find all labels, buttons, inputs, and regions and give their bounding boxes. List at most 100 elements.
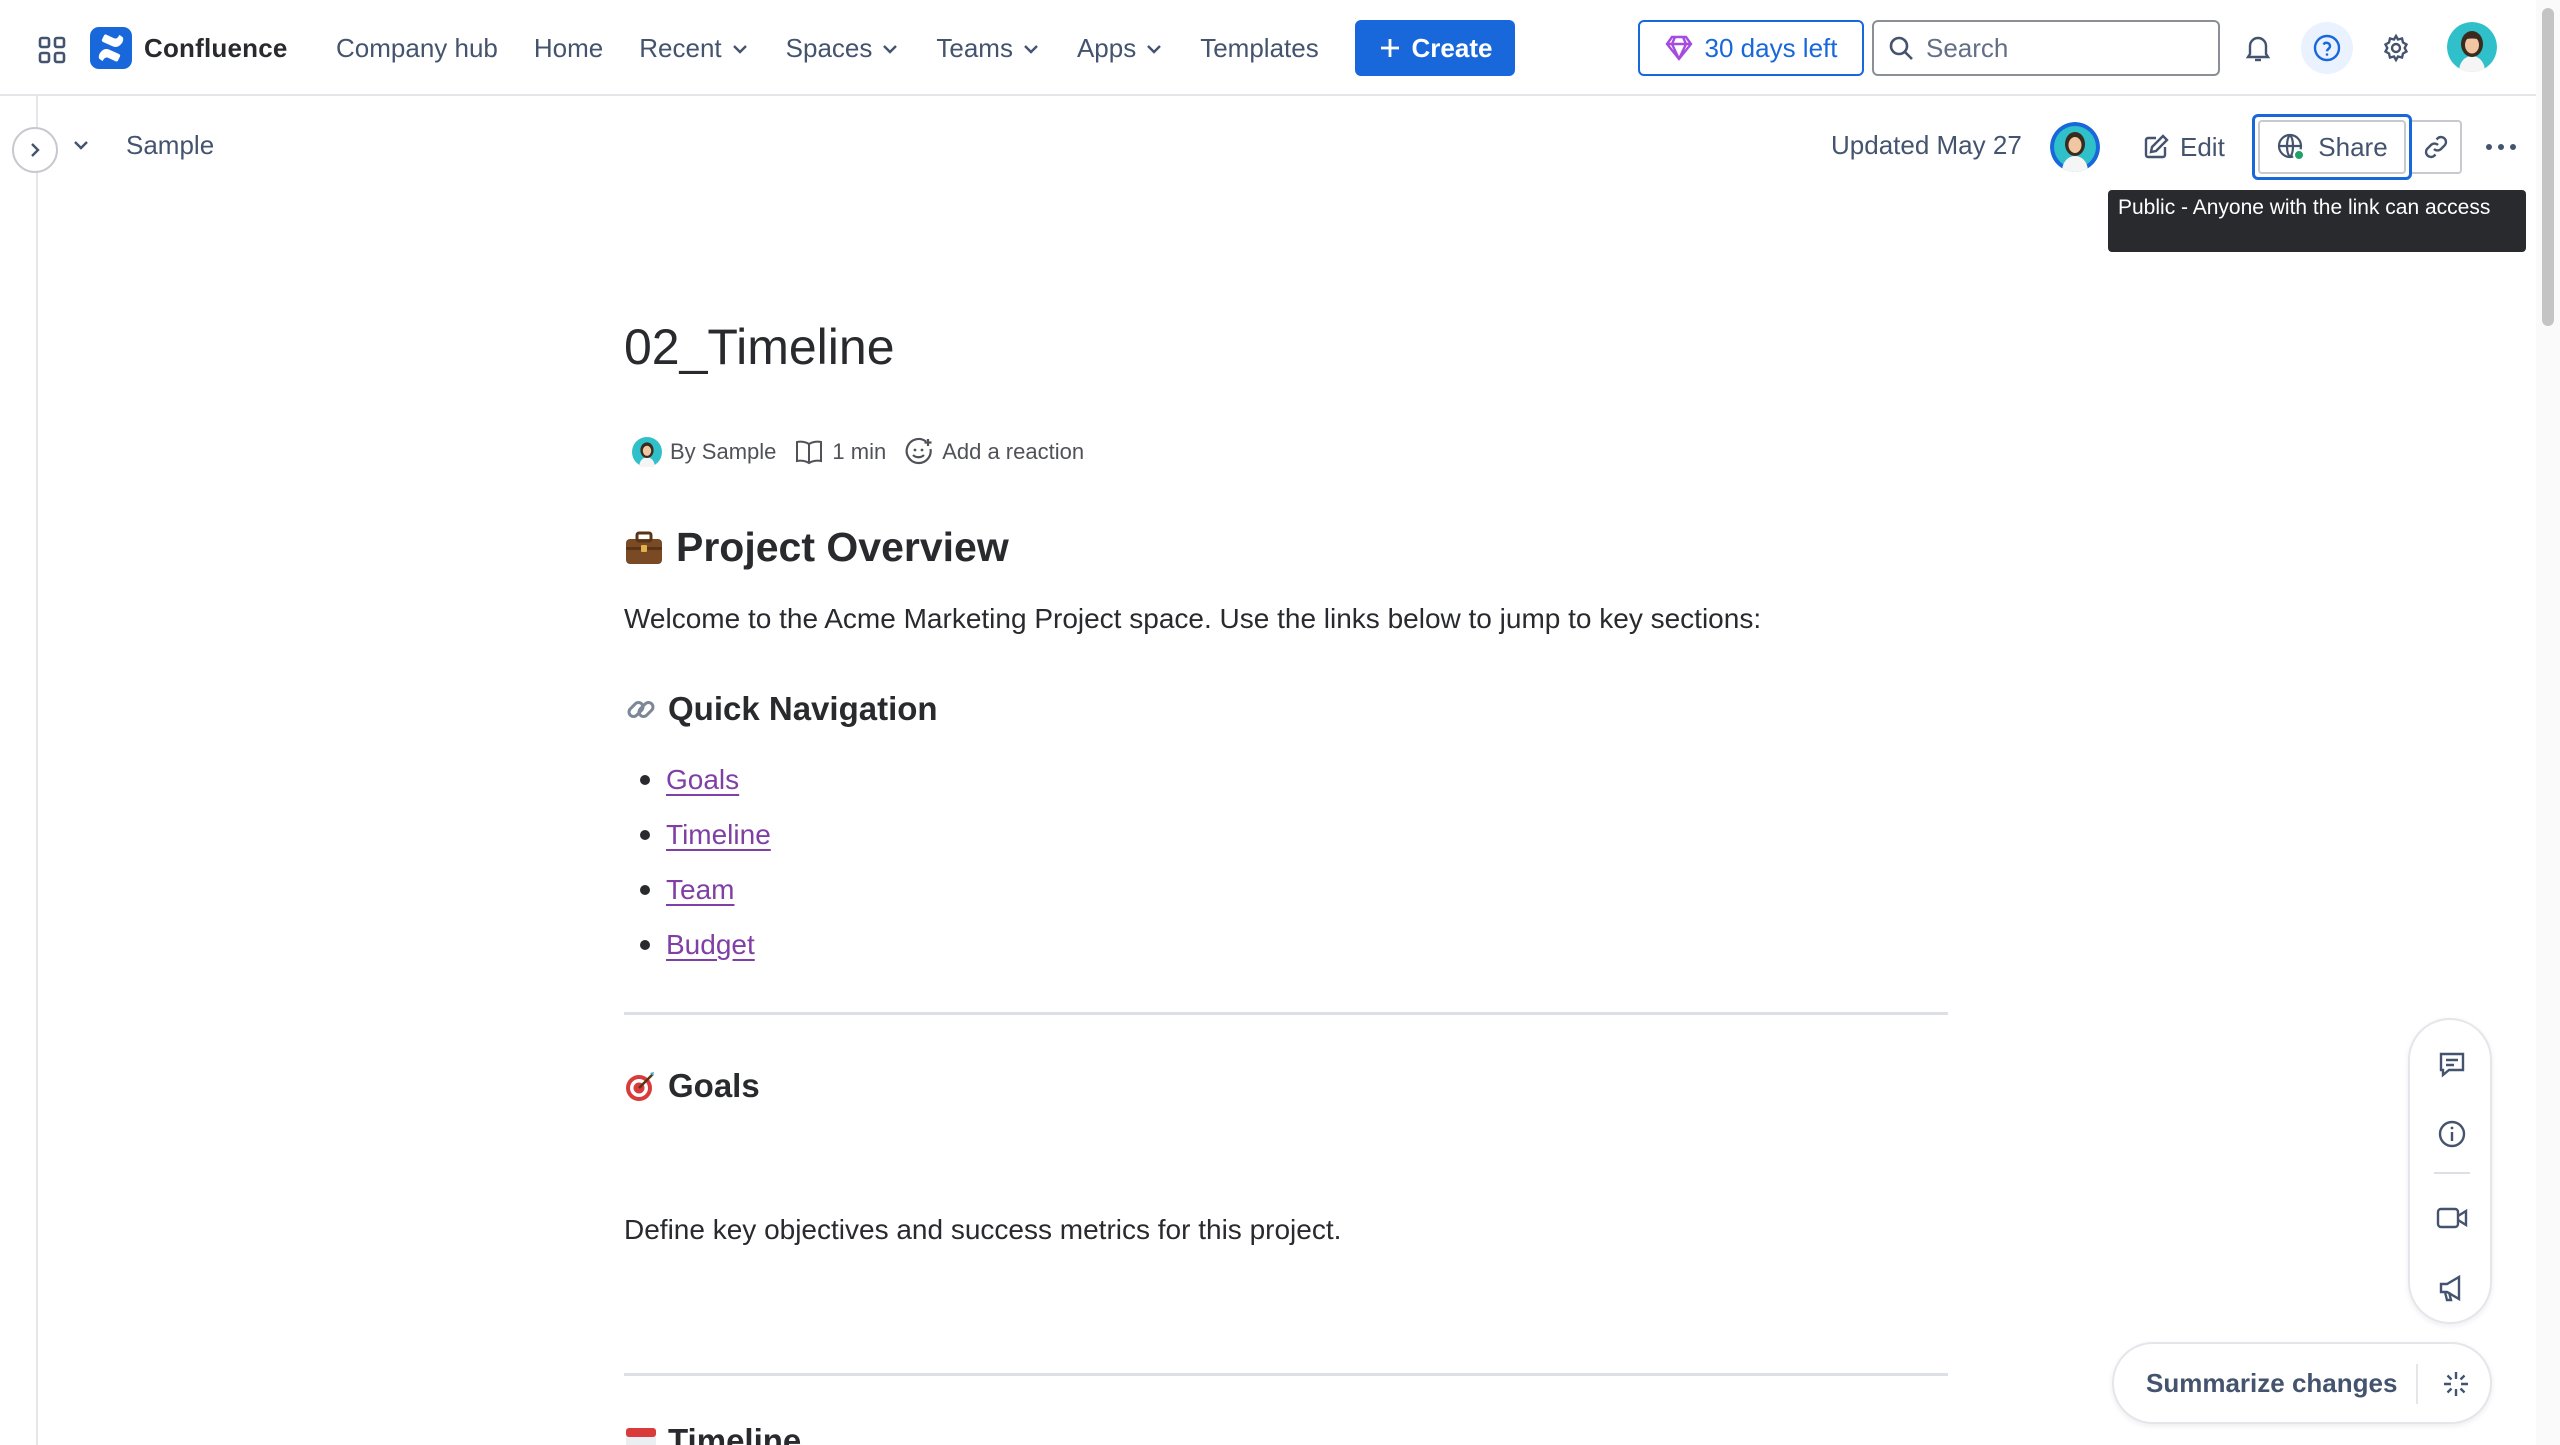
share-button-focus-ring[interactable]: Share: [2252, 114, 2412, 180]
list-item: Team: [640, 862, 771, 917]
divider: [624, 1012, 1948, 1015]
nav-recent[interactable]: Recent: [621, 26, 767, 70]
share-button[interactable]: Share: [2258, 120, 2406, 174]
nav-company-hub[interactable]: Company hub: [318, 26, 516, 70]
book-icon: [796, 440, 823, 465]
welcome-paragraph: Welcome to the Acme Marketing Project sp…: [624, 603, 1762, 634]
user-avatar-icon: [2050, 122, 2100, 172]
link-icon: [627, 701, 655, 718]
floating-toolbar: [2408, 1018, 2492, 1324]
quick-navigation-list: Goals Timeline Team Budget: [640, 752, 771, 972]
ai-sparkle-icon[interactable]: [2436, 1364, 2476, 1404]
list-item: Goals: [640, 752, 771, 807]
nav-label: Recent: [639, 32, 722, 63]
page-scrollbar[interactable]: [2536, 0, 2560, 1445]
heading-quick-navigation: Quick Navigation: [624, 690, 938, 728]
profile-avatar[interactable]: [2447, 22, 2497, 72]
link-timeline[interactable]: Timeline: [666, 819, 771, 851]
gear-icon: [2383, 33, 2409, 63]
page-title: 02_Timeline: [624, 319, 895, 375]
edit-label: Edit: [2180, 131, 2225, 162]
chevron-down-icon: [74, 141, 88, 150]
heading-goals: Goals: [624, 1067, 760, 1105]
contributor-avatar[interactable]: [2050, 122, 2100, 172]
confluence-logo[interactable]: Confluence: [90, 27, 288, 69]
link-budget[interactable]: Budget: [666, 929, 755, 961]
top-navigation: Confluence Company hub Home Recent Space…: [0, 0, 2536, 96]
divider: [624, 1373, 1948, 1376]
create-button[interactable]: Create: [1355, 20, 1515, 76]
trial-button[interactable]: 30 days left: [1638, 20, 1864, 76]
plus-icon: [1380, 39, 1399, 57]
add-reaction-button[interactable]: Add a reaction: [904, 437, 1084, 467]
record-video-button[interactable]: [2430, 1196, 2474, 1240]
help-icon: [2313, 34, 2341, 62]
emoji-add-icon: [905, 437, 932, 465]
scrollbar-thumb[interactable]: [2542, 8, 2554, 326]
nav-templates[interactable]: Templates: [1182, 26, 1337, 70]
heading-timeline: Timeline: [624, 1422, 801, 1445]
briefcase-icon: [626, 531, 662, 564]
summarize-label: Summarize changes: [2146, 1367, 2398, 1398]
heading-text: Project Overview: [676, 524, 1009, 570]
help-button[interactable]: [2301, 22, 2353, 74]
info-icon: [2438, 1120, 2466, 1148]
calendar-icon: [626, 1428, 656, 1445]
add-reaction-label: Add a reaction: [942, 439, 1085, 464]
nav-label: Company hub: [336, 32, 498, 63]
app-switcher-icon[interactable]: [32, 30, 72, 70]
heading-text: Goals: [668, 1067, 760, 1104]
toolbar-divider: [2434, 1172, 2470, 1174]
trial-label: 30 days left: [1704, 32, 1838, 63]
breadcrumb-collapse-toggle[interactable]: [70, 134, 92, 161]
brand-name: Confluence: [144, 32, 288, 63]
nav-label: Apps: [1076, 32, 1137, 63]
page-byline: By Sample 1 min Add a reaction: [632, 434, 1084, 470]
settings-button[interactable]: [2370, 22, 2422, 74]
heading-project-overview: Project Overview: [624, 524, 1009, 571]
page-info-button[interactable]: [2430, 1112, 2474, 1156]
copy-link-button[interactable]: [2412, 120, 2462, 174]
summarize-changes-button[interactable]: Summarize changes: [2112, 1342, 2492, 1424]
expand-sidebar-button[interactable]: [12, 127, 58, 173]
breadcrumb-space[interactable]: Sample: [126, 130, 214, 161]
user-avatar-icon: [2447, 22, 2497, 72]
user-avatar-icon: [632, 437, 662, 467]
heading-text: Timeline: [668, 1422, 802, 1445]
link-icon: [2424, 135, 2448, 159]
chevron-down-icon: [883, 45, 898, 54]
search-input[interactable]: [1926, 32, 2196, 64]
link-goals[interactable]: Goals: [666, 764, 739, 796]
more-horizontal-icon: [2486, 144, 2516, 150]
list-item: Timeline: [640, 807, 771, 862]
notifications-button[interactable]: [2232, 22, 2284, 74]
chevron-down-icon: [732, 45, 747, 54]
link-team[interactable]: Team: [666, 874, 734, 906]
chevron-down-icon: [1024, 45, 1038, 54]
nav-label: Spaces: [785, 32, 873, 63]
byline-author[interactable]: By Sample: [632, 437, 776, 467]
more-actions-button[interactable]: [2476, 120, 2526, 174]
globe-icon: [2278, 133, 2306, 161]
nav-teams[interactable]: Teams: [918, 26, 1059, 70]
byline-author-label: By Sample: [670, 439, 777, 464]
nav-label: Templates: [1200, 32, 1319, 63]
bell-icon: [2245, 36, 2271, 62]
megaphone-icon: [2439, 1274, 2461, 1302]
comments-button[interactable]: [2430, 1042, 2474, 1086]
announcement-button[interactable]: [2430, 1266, 2474, 1310]
search-icon: [1889, 36, 1913, 60]
chevron-down-icon: [1147, 45, 1162, 54]
pencil-icon: [2144, 134, 2169, 159]
target-icon: [626, 1072, 654, 1101]
edit-button[interactable]: Edit: [2130, 120, 2237, 174]
video-icon: [2436, 1207, 2468, 1229]
heading-text: Quick Navigation: [668, 690, 938, 727]
primary-nav: Company hub Home Recent Spaces Teams App…: [318, 26, 1337, 70]
comment-icon: [2439, 1052, 2465, 1078]
gem-icon: [1664, 35, 1693, 61]
nav-apps[interactable]: Apps: [1059, 26, 1182, 70]
nav-home[interactable]: Home: [516, 26, 621, 70]
search-box[interactable]: [1872, 20, 2220, 76]
nav-spaces[interactable]: Spaces: [768, 26, 919, 70]
